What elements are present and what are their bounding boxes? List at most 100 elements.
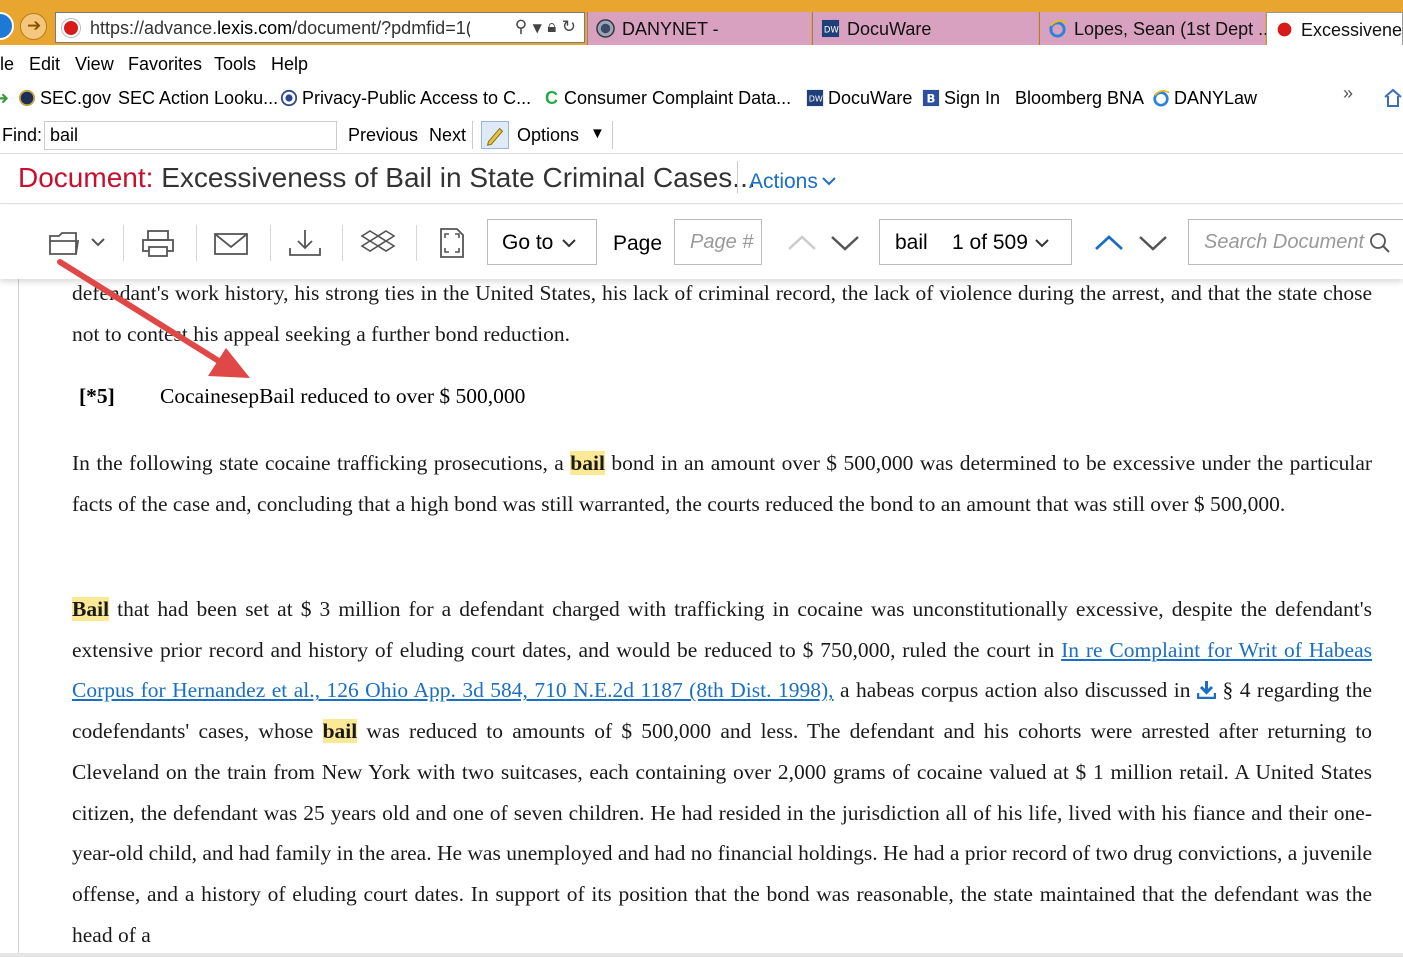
internet-explorer-icon bbox=[1049, 20, 1067, 38]
download-annotation-icon[interactable] bbox=[1196, 680, 1216, 700]
menu-bar: le Edit View Favorites Tools Help bbox=[0, 45, 1403, 81]
menu-edit[interactable]: Edit bbox=[29, 54, 60, 75]
search-term: bail bbox=[895, 231, 928, 254]
search-hit-highlight[interactable]: bail bbox=[322, 719, 358, 744]
find-input[interactable]: bail bbox=[44, 121, 337, 150]
menu-help[interactable]: Help bbox=[271, 54, 308, 75]
svg-text:DW: DW bbox=[824, 25, 840, 35]
internet-explorer-icon bbox=[1153, 89, 1170, 107]
page-label: Page bbox=[613, 232, 663, 255]
home-icon[interactable] bbox=[1383, 87, 1403, 109]
favorite-label: Privacy-Public Access to C... bbox=[302, 88, 532, 108]
find-label: Find: bbox=[2, 125, 43, 145]
print-icon[interactable] bbox=[140, 228, 176, 258]
docuware-icon: DW bbox=[821, 19, 840, 38]
tab-danynet[interactable]: DANYNET - bbox=[587, 12, 811, 45]
search-icon[interactable]: ⚲ bbox=[515, 17, 527, 37]
sec-seal-icon bbox=[18, 89, 36, 107]
toolbar-divider bbox=[196, 225, 197, 261]
folder-icon[interactable] bbox=[48, 228, 110, 258]
address-url[interactable]: https://advance.lexis.com/document/?pdmf… bbox=[90, 18, 470, 39]
paragraph-1: defendant's work history, his strong tie… bbox=[72, 281, 1372, 346]
chevron-down-icon bbox=[822, 177, 836, 186]
document-content: defendant's work history, his strong tie… bbox=[0, 279, 1403, 957]
menu-favorites[interactable]: Favorites bbox=[128, 54, 202, 75]
favorite-label: Bloomberg BNA bbox=[1015, 88, 1145, 108]
email-icon[interactable] bbox=[213, 228, 249, 258]
favorite-consumer-complaint[interactable]: C Consumer Complaint Data... bbox=[545, 88, 791, 109]
menu-view[interactable]: View bbox=[75, 54, 114, 75]
favorite-sec-action-lookup[interactable]: SEC Action Looku... bbox=[118, 88, 278, 109]
forward-button[interactable]: ➔ bbox=[20, 13, 47, 40]
term-hit-count: 1 of 509 bbox=[952, 231, 1050, 255]
bloomberg-b-icon: B bbox=[922, 89, 940, 107]
favorite-bloomberg-bna[interactable]: Bloomberg BNA bbox=[1015, 88, 1144, 109]
favorites-bar: ➜ SEC.gov SEC Action Looku... Privacy-Pu… bbox=[0, 81, 1403, 117]
menu-file[interactable]: le bbox=[0, 54, 14, 75]
chevron-down-icon bbox=[1035, 239, 1049, 248]
search-term-navigator[interactable]: bail 1 of 509 bbox=[879, 219, 1072, 265]
paragraph-text: was reduced to amounts of $ 500,000 and … bbox=[72, 719, 1373, 947]
tab-label: Lopes, Sean (1st Dept ... bbox=[1074, 19, 1274, 39]
favorite-label: SEC.gov bbox=[40, 88, 112, 108]
paragraph-3: Bail that had been set at $ 3 million fo… bbox=[72, 589, 1372, 955]
next-page-chevron-icon[interactable] bbox=[829, 232, 861, 254]
paragraph-text: a habeas corpus action also discussed in bbox=[840, 678, 1191, 703]
pencil-options-icon[interactable] bbox=[481, 121, 509, 149]
paragraph-2: In the following state cocaine trafficki… bbox=[72, 443, 1372, 524]
svg-text:DW: DW bbox=[809, 94, 823, 104]
next-hit-chevron-icon[interactable] bbox=[1137, 232, 1169, 254]
tab-lopes[interactable]: Lopes, Sean (1st Dept ... bbox=[1039, 12, 1273, 45]
find-options-button[interactable]: Options bbox=[517, 125, 579, 146]
document-title-text: Excessiveness of Bail in State Criminal … bbox=[161, 162, 756, 193]
forward-arrow-icon: ➔ bbox=[27, 16, 42, 36]
search-icon[interactable] bbox=[1369, 232, 1391, 254]
refresh-icon[interactable]: ↻ bbox=[562, 17, 576, 37]
back-button[interactable] bbox=[0, 12, 14, 40]
full-screen-icon[interactable] bbox=[433, 228, 469, 258]
favorite-sec-gov[interactable]: SEC.gov bbox=[18, 88, 111, 109]
lexis-favicon-icon bbox=[62, 19, 80, 37]
previous-page-chevron-icon[interactable] bbox=[786, 232, 818, 254]
seal-icon bbox=[596, 19, 615, 38]
document-title: Document: Excessiveness of Bail in State… bbox=[18, 162, 756, 194]
find-previous-button[interactable]: Previous bbox=[348, 125, 418, 146]
go-to-dropdown[interactable]: Go to bbox=[487, 219, 597, 265]
paragraph-text: In the following state cocaine trafficki… bbox=[72, 451, 564, 475]
section-number: [*5] bbox=[79, 384, 115, 408]
tab-excessiveness[interactable]: Excessiveness bbox=[1266, 12, 1403, 45]
tab-docuware[interactable]: DW DocuWare bbox=[812, 12, 1038, 45]
previous-hit-chevron-icon[interactable] bbox=[1093, 232, 1125, 254]
dropbox-icon[interactable] bbox=[360, 228, 396, 258]
header-divider bbox=[737, 161, 738, 193]
consumer-c-icon: C bbox=[545, 88, 558, 108]
tab-label: DANYNET - bbox=[622, 19, 719, 39]
favorite-label: DocuWare bbox=[828, 88, 913, 108]
term-count-text: 1 of 509 bbox=[952, 231, 1028, 254]
chevron-down-icon bbox=[562, 239, 577, 248]
find-next-button[interactable]: Next bbox=[429, 125, 466, 146]
go-to-label: Go to bbox=[502, 231, 554, 254]
search-hit-highlight[interactable]: bail bbox=[570, 451, 605, 475]
menu-tools[interactable]: Tools bbox=[214, 54, 256, 75]
address-bar[interactable]: https://advance.lexis.com/document/?pdmf… bbox=[55, 12, 585, 43]
dropdown-arrow-icon[interactable]: ▼ bbox=[533, 21, 542, 35]
favorite-privacy-public-access[interactable]: Privacy-Public Access to C... bbox=[280, 88, 531, 109]
left-margin-rule bbox=[18, 279, 19, 957]
actions-label: Actions bbox=[749, 170, 818, 193]
download-icon[interactable] bbox=[287, 228, 323, 258]
search-hit-highlight[interactable]: Bail bbox=[72, 597, 110, 621]
favorite-docuware[interactable]: DW DocuWare bbox=[806, 88, 912, 109]
options-dropdown-icon[interactable]: ▼ bbox=[590, 125, 605, 142]
lexis-favicon-icon bbox=[1276, 21, 1293, 38]
toolbar-divider bbox=[416, 225, 417, 261]
page-number-input[interactable]: Page # bbox=[674, 219, 762, 265]
favorites-add-icon[interactable]: ➜ bbox=[0, 88, 9, 109]
favorite-sign-in[interactable]: B Sign In bbox=[922, 88, 1000, 109]
favorites-more-chevron-icon[interactable]: » bbox=[1343, 83, 1353, 104]
favorite-danylaw[interactable]: DANYLaw bbox=[1152, 88, 1257, 109]
find-divider bbox=[612, 121, 613, 149]
toolbar-divider bbox=[270, 225, 271, 261]
tab-label: DocuWare bbox=[847, 19, 932, 39]
actions-menu[interactable]: Actions bbox=[749, 170, 837, 194]
